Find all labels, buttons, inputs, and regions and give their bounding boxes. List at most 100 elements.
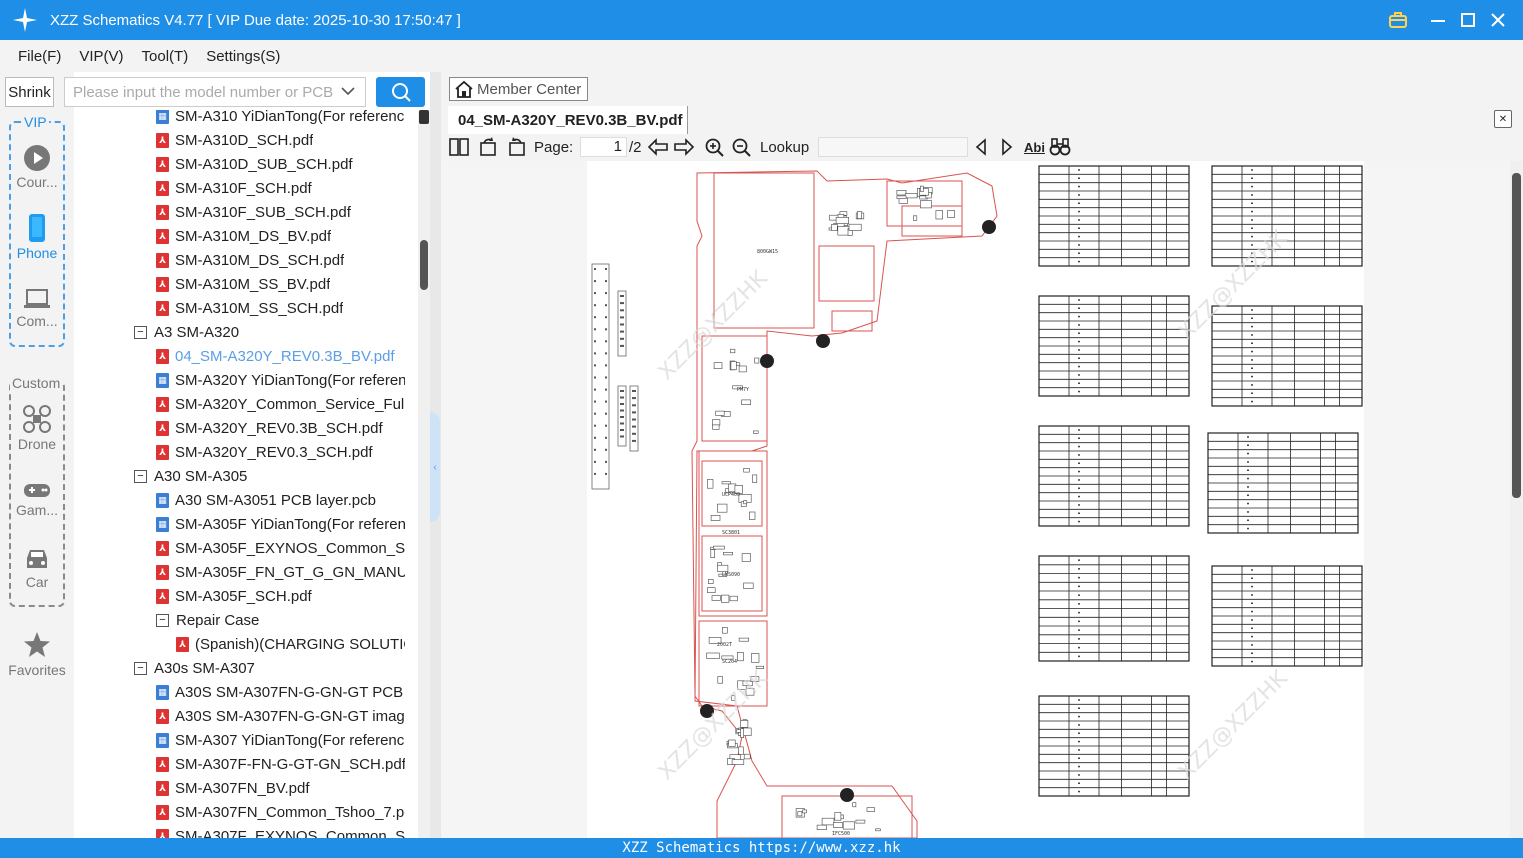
- nav-computer[interactable]: Com...: [0, 287, 74, 329]
- tab-document[interactable]: 04_SM-A320Y_REV0.3B_BV.pdf: [448, 106, 688, 134]
- member-center-button[interactable]: Member Center: [449, 77, 588, 101]
- tree-file[interactable]: ⅄ SM-A310F_SUB_SCH.pdf: [156, 200, 351, 224]
- board-component: [753, 430, 759, 434]
- tree-file[interactable]: ⅄ SM-A310M_SS_BV.pdf: [156, 272, 330, 296]
- tree-folder[interactable]: − A30s SM-A307: [134, 656, 255, 680]
- pin-dot: [634, 425, 636, 428]
- match-case-button[interactable]: Abi: [1024, 137, 1045, 157]
- tree-file[interactable]: ⅄ SM-A307F-FN-G-GT-GN_SCH.pdf: [156, 752, 405, 776]
- menu-vip[interactable]: VIP(V): [79, 48, 123, 65]
- collapse-toggle-icon[interactable]: −: [134, 469, 147, 483]
- tree-file[interactable]: ▦ A30 SM-A3051 PCB layer.pcb: [156, 488, 376, 512]
- close-button[interactable]: [1483, 0, 1513, 40]
- tree-file[interactable]: ▦ SM-A310 YiDianTong(For referenc: [156, 110, 404, 128]
- menu-tool[interactable]: Tool(T): [142, 48, 189, 65]
- pdf-viewer[interactable]: 800GW15 UCP400 SC3801 LMS090 2002T SC204 IFC50…: [441, 161, 1510, 838]
- tree-file[interactable]: ⅄ SM-A307FN_BV.pdf: [156, 776, 310, 800]
- tree-file[interactable]: ▦ SM-A320Y YiDianTong(For referen: [156, 368, 405, 392]
- board-component: [842, 821, 856, 830]
- board-component: [706, 652, 720, 659]
- tree-file[interactable]: ⅄ SM-A307FN_Common_Tshoo_7.pd: [156, 800, 405, 824]
- tree-file[interactable]: ▦ SM-A307 YiDianTong(For referenc: [156, 728, 404, 752]
- pin-dot: [620, 330, 622, 333]
- prev-match-icon[interactable]: [972, 137, 990, 157]
- panel-splitter[interactable]: ‹: [430, 72, 441, 838]
- board-component: [797, 811, 803, 817]
- nav-phone[interactable]: Phone: [0, 213, 74, 261]
- tree-file[interactable]: ⅄ SM-A305F_SCH.pdf: [156, 584, 312, 608]
- tree-file[interactable]: ⅄ SM-A310D_SUB_SCH.pdf: [156, 152, 353, 176]
- nav-car[interactable]: Car: [0, 546, 74, 590]
- pin-dot: [594, 364, 596, 367]
- tree-file[interactable]: ⅄ SM-A310M_DS_BV.pdf: [156, 224, 331, 248]
- tree-file[interactable]: ⅄ SM-A310D_SCH.pdf: [156, 128, 313, 152]
- zoom-out-icon[interactable]: [731, 137, 753, 157]
- two-page-icon[interactable]: [448, 137, 470, 157]
- tree-scroll-up[interactable]: [419, 110, 429, 124]
- tree-file[interactable]: ⅄ 04_SM-A320Y_REV0.3B_BV.pdf: [156, 344, 395, 368]
- nav-drone[interactable]: Drone: [0, 404, 74, 452]
- search-button[interactable]: [376, 77, 425, 107]
- board-component: [802, 809, 807, 814]
- tree-folder[interactable]: − A30 SM-A305: [134, 464, 247, 488]
- pin-dot: [620, 302, 622, 305]
- tree-file[interactable]: ▦ A30S SM-A307FN-G-GN-GT PCB la: [156, 680, 405, 704]
- tree-file[interactable]: ▦ SM-A305F YiDianTong(For referen: [156, 512, 405, 536]
- tree-file[interactable]: ⅄ SM-A320Y_REV0.3_SCH.pdf: [156, 440, 373, 464]
- menu-file[interactable]: File(F): [18, 48, 61, 65]
- tree-file[interactable]: ⅄ (Spanish)(CHARGING SOLUTION: [176, 632, 405, 656]
- menu-settings[interactable]: Settings(S): [206, 48, 280, 65]
- rotate-left-icon[interactable]: [478, 137, 500, 157]
- model-search-input[interactable]: Please input the model number or PCB: [64, 77, 366, 107]
- pdf-file-icon: ⅄: [156, 180, 169, 196]
- tree-item-label: A3 SM-A320: [154, 323, 240, 341]
- pin-dot: [622, 323, 624, 326]
- tree-file[interactable]: ⅄ SM-A305F_FN_GT_G_GN_MANUAL: [156, 560, 405, 584]
- binoculars-icon[interactable]: [1049, 137, 1071, 157]
- close-tab-icon[interactable]: ✕: [1494, 110, 1512, 128]
- tree-file[interactable]: ⅄ SM-A307F_EXYNOS_Common_Serv: [156, 824, 405, 838]
- pdf-file-icon: ⅄: [156, 756, 169, 772]
- tree-folder[interactable]: − Repair Case: [156, 608, 259, 632]
- page-number-input[interactable]: 1: [580, 137, 627, 157]
- tree-file[interactable]: ⅄ SM-A310F_SCH.pdf: [156, 176, 312, 200]
- next-page-arrow-icon[interactable]: [673, 137, 695, 157]
- collapse-toggle-icon[interactable]: −: [134, 325, 147, 339]
- tree-file[interactable]: ⅄ SM-A320Y_REV0.3B_SCH.pdf: [156, 416, 383, 440]
- chevron-down-icon[interactable]: [341, 84, 355, 98]
- nav-game[interactable]: Gam...: [0, 480, 74, 518]
- collapse-panel-tab[interactable]: ‹: [430, 412, 440, 522]
- board-component: [896, 189, 907, 196]
- pcb-file-icon: ▦: [156, 516, 169, 532]
- pin-dot: [634, 411, 636, 414]
- nav-favorites[interactable]: Favorites: [0, 630, 74, 678]
- viewer-scrollbar[interactable]: [1510, 161, 1523, 838]
- tree-folder[interactable]: − A3 SM-A320: [134, 320, 239, 344]
- pin-dot: [594, 352, 596, 355]
- tree-file[interactable]: ⅄ SM-A310M_SS_SCH.pdf: [156, 296, 343, 320]
- rotate-right-icon[interactable]: [505, 137, 527, 157]
- board-component: [738, 637, 750, 642]
- tree-scroll-thumb[interactable]: [420, 240, 428, 290]
- tree-file[interactable]: ⅄ SM-A320Y_Common_Service_Full_S: [156, 392, 405, 416]
- tree-file[interactable]: ⅄ SM-A310M_DS_SCH.pdf: [156, 248, 344, 272]
- maximize-button[interactable]: [1453, 0, 1483, 40]
- prev-page-arrow-icon[interactable]: [647, 137, 669, 157]
- viewer-scroll-thumb[interactable]: [1512, 173, 1521, 498]
- shrink-button[interactable]: Shrink: [5, 77, 54, 107]
- pin-dot: [605, 364, 607, 367]
- lookup-input[interactable]: [818, 137, 968, 157]
- board-component: [717, 503, 728, 513]
- collapse-toggle-icon[interactable]: −: [134, 661, 147, 675]
- nav-courses[interactable]: Cour...: [0, 144, 74, 190]
- zoom-in-icon[interactable]: [704, 137, 726, 157]
- vip-icon[interactable]: [1383, 0, 1413, 40]
- minimize-button[interactable]: [1423, 0, 1453, 40]
- next-match-icon[interactable]: [998, 137, 1016, 157]
- board-label: 800GW15: [757, 249, 778, 255]
- tree-file[interactable]: ⅄ A30S SM-A307FN-G-GN-GT image: [156, 704, 405, 728]
- collapse-toggle-icon[interactable]: −: [156, 613, 169, 627]
- tree-file[interactable]: ⅄ SM-A305F_EXYNOS_Common_Serv: [156, 536, 405, 560]
- tree-scrollbar[interactable]: [418, 110, 430, 838]
- board-pad: [760, 354, 774, 368]
